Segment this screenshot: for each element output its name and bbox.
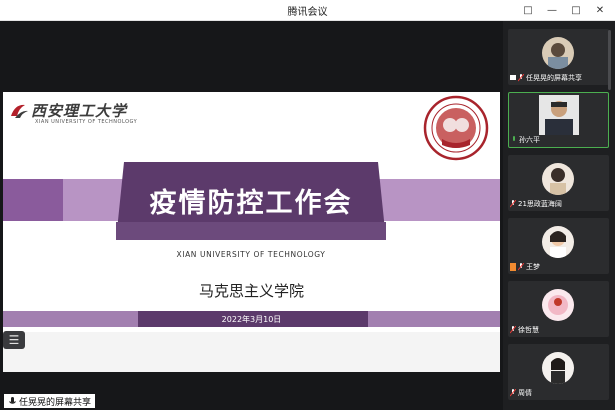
screen-share-text: 任晃晃的屏幕共享: [19, 397, 92, 408]
microphone-icon: [513, 136, 515, 141]
minimize-icon[interactable]: —: [541, 2, 563, 18]
window-titlebar: 腾讯会议 □ — □ ✕: [0, 0, 615, 21]
participant-avatar: [542, 37, 574, 69]
presentation-slide: 西安理工大学 XIAN UNIVERSITY OF TECHNOLOGY 疫情防…: [3, 92, 500, 372]
participants-scrollbar[interactable]: [608, 30, 611, 90]
participant-name: 徐哲慧: [510, 325, 539, 335]
school-name: 马克思主义学院: [198, 282, 304, 300]
shared-screen-area[interactable]: 西安理工大学 XIAN UNIVERSITY OF TECHNOLOGY 疫情防…: [0, 21, 503, 410]
maximize-icon[interactable]: □: [565, 2, 587, 18]
participant-tile[interactable]: 21思政蓝海阔: [508, 155, 609, 211]
muted-microphone-icon: [510, 326, 516, 334]
participant-tile[interactable]: 周倩: [508, 344, 609, 400]
slide-title: 疫情防控工作会: [149, 188, 353, 219]
list-icon: ☰: [8, 333, 20, 347]
participant-avatar: [542, 352, 574, 384]
purple-band-accent: [3, 179, 63, 221]
slide-date: 2022年3月10日: [221, 315, 282, 324]
participant-avatar: [542, 289, 574, 321]
close-icon[interactable]: ✕: [589, 2, 611, 18]
screen-share-label: 任晃晃的屏幕共享: [4, 394, 96, 408]
muted-microphone-icon: [510, 389, 516, 397]
user-icon: [510, 263, 516, 271]
participant-name: 王梦: [510, 262, 540, 272]
participant-name: 孙六平: [511, 135, 540, 145]
microphone-icon: [9, 396, 16, 404]
university-logo: 西安理工大学 XIAN UNIVERSITY OF TECHNOLOGY: [9, 100, 137, 130]
participants-panel: 任晃晃的屏幕共享 孙六平 21思政蓝海阔 王梦 徐哲慧 周倩: [503, 21, 615, 410]
participant-video: [539, 95, 579, 135]
muted-microphone-icon: [518, 263, 524, 271]
participant-avatar: [542, 226, 574, 258]
participant-tile[interactable]: 王梦: [508, 218, 609, 274]
logo-chinese-text: 西安理工大学: [31, 102, 128, 120]
participant-name: 任晃晃的屏幕共享: [510, 73, 582, 83]
muted-microphone-icon: [518, 74, 524, 82]
participant-avatar: [542, 163, 574, 195]
logo-english-text: XIAN UNIVERSITY OF TECHNOLOGY: [35, 119, 138, 125]
participant-name: 21思政蓝海阔: [510, 199, 562, 209]
university-emblem-icon: [11, 104, 28, 118]
slide-footer-area: [3, 332, 500, 372]
screen-share-icon: [510, 75, 516, 80]
participant-tile[interactable]: 徐哲慧: [508, 281, 609, 337]
muted-microphone-icon: [510, 200, 516, 208]
list-view-button[interactable]: ☰: [3, 331, 25, 349]
participant-tile-active[interactable]: 孙六平: [508, 92, 609, 148]
window-controls: □ — □ ✕: [517, 2, 611, 18]
slide-subtitle: XIAN UNIVERSITY OF TECHNOLOGY: [176, 250, 326, 259]
school-seal-icon: [423, 95, 489, 161]
participant-name: 周倩: [510, 388, 532, 398]
pin-icon[interactable]: □: [517, 2, 539, 18]
participant-tile[interactable]: 任晃晃的屏幕共享: [508, 29, 609, 85]
